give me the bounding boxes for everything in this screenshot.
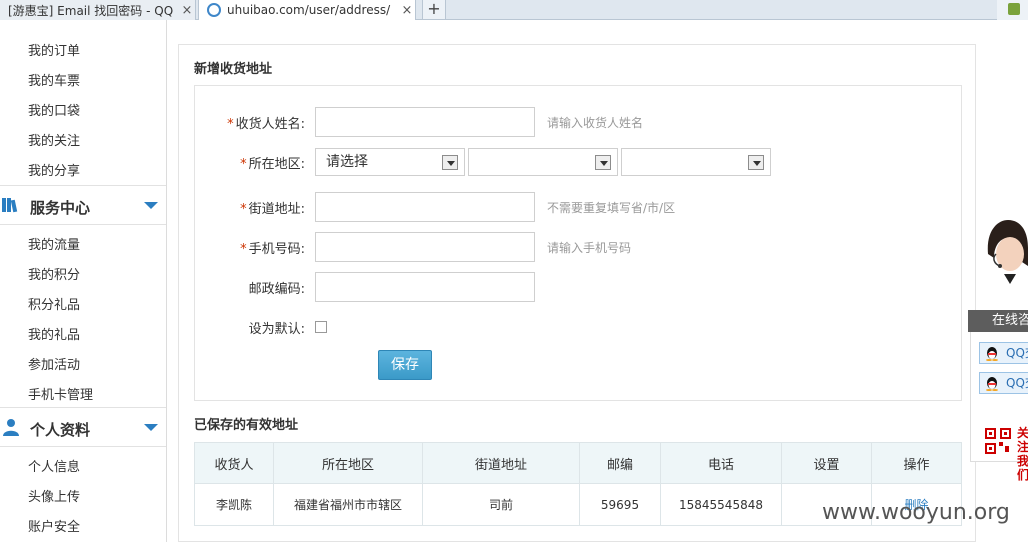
close-icon[interactable]: × [179, 3, 195, 18]
column-header: 设置 [781, 442, 872, 484]
main-panel: 新增收货地址 * 收货人姓名: 请输入收货人姓名 * 所在地区: 请选择 * 街道地址… [178, 44, 976, 542]
sidebar-item-point-gifts[interactable]: 积分礼品 [28, 294, 80, 313]
city-select[interactable] [468, 148, 618, 176]
province-select[interactable]: 请选择 [315, 148, 465, 176]
sidebar-item-pocket[interactable]: 我的口袋 [28, 100, 80, 119]
save-button[interactable]: 保存 [378, 350, 432, 380]
sidebar: 我的订单 我的车票 我的口袋 我的关注 我的分享 服务中心 我的流量 我的积分 … [0, 20, 167, 542]
phone-label: * 手机号码: [240, 242, 305, 257]
site-favicon-icon [207, 3, 221, 17]
sidebar-group-service[interactable]: 服务中心 [0, 185, 166, 225]
phone-hint: 请输入手机号码 [547, 241, 632, 255]
column-header: 所在地区 [273, 442, 423, 484]
browser-tab-address[interactable]: uhuibao.com/user/address/ × [198, 0, 416, 20]
sidebar-item-avatar-upload[interactable]: 头像上传 [28, 486, 80, 505]
cell-phone: 15845545848 [660, 483, 782, 526]
extension-icon[interactable] [1008, 3, 1020, 15]
follow-us-text: 关注我们 [1017, 426, 1028, 482]
region-label: * 所在地区: [240, 157, 305, 172]
address-form: * 收货人姓名: 请输入收货人姓名 * 所在地区: 请选择 * 街道地址: 不需要重复… [194, 85, 962, 401]
qq-penguin-icon [986, 377, 998, 391]
district-select[interactable] [621, 148, 771, 176]
watermark: www.wooyun.org [822, 500, 1010, 525]
books-icon [2, 198, 18, 213]
sidebar-item-tickets[interactable]: 我的车票 [28, 70, 80, 89]
qq-penguin-icon [986, 347, 998, 361]
column-header: 邮编 [579, 442, 661, 484]
sidebar-item-shares[interactable]: 我的分享 [28, 160, 80, 179]
column-header: 操作 [871, 442, 962, 484]
new-tab-button[interactable]: + [422, 0, 446, 20]
default-checkbox[interactable] [315, 321, 327, 333]
close-icon[interactable]: × [399, 3, 415, 18]
default-label: 设为默认: [248, 322, 305, 337]
sidebar-item-follows[interactable]: 我的关注 [28, 130, 80, 149]
service-panel: QQ交谈 QQ交谈 [970, 332, 1028, 482]
dropdown-arrow-icon [595, 155, 611, 170]
name-hint: 请输入收货人姓名 [547, 116, 644, 130]
online-consult-bar[interactable]: 在线咨询 [968, 310, 1028, 332]
cell-street: 司前 [422, 483, 580, 526]
sidebar-item-traffic[interactable]: 我的流量 [28, 234, 80, 253]
sidebar-item-orders[interactable]: 我的订单 [28, 40, 80, 59]
browser-toolbar-edge [997, 0, 1028, 20]
browser-tab-email[interactable]: [游惠宝] Email 找回密码 - QQ × [0, 0, 196, 20]
tab-title: [游惠宝] Email 找回密码 - QQ [8, 3, 174, 18]
column-header: 电话 [660, 442, 782, 484]
column-header: 街道地址 [422, 442, 580, 484]
table-header-row: 收货人 所在地区 街道地址 邮编 电话 设置 操作 [194, 442, 962, 484]
sidebar-group-title: 服务中心 [30, 199, 91, 217]
street-label: * 街道地址: [240, 202, 305, 217]
chevron-down-icon[interactable] [144, 424, 158, 431]
chevron-down-icon[interactable] [144, 202, 158, 209]
page-root: [游惠宝] Email 找回密码 - QQ × uhuibao.com/user… [0, 0, 1028, 542]
sidebar-item-points[interactable]: 我的积分 [28, 264, 80, 283]
phone-input[interactable] [315, 232, 535, 262]
user-icon [3, 419, 19, 436]
sidebar-item-my-gifts[interactable]: 我的礼品 [28, 324, 80, 343]
new-address-title: 新增收货地址 [194, 62, 273, 77]
qq-chat-button[interactable]: QQ交谈 [979, 342, 1028, 364]
qq-chat-button[interactable]: QQ交谈 [979, 372, 1028, 394]
sidebar-item-sim-card[interactable]: 手机卡管理 [28, 384, 93, 403]
sidebar-item-activities[interactable]: 参加活动 [28, 354, 80, 373]
zip-input[interactable] [315, 272, 535, 302]
street-hint: 不需要重复填写省/市/区 [547, 201, 676, 215]
service-agent-avatar [987, 220, 1028, 302]
sidebar-item-account-security[interactable]: 账户安全 [28, 516, 80, 535]
cell-name: 李凯陈 [194, 483, 274, 526]
zip-label: 邮政编码: [248, 282, 305, 297]
sidebar-group-title: 个人资料 [30, 421, 91, 439]
tab-title: uhuibao.com/user/address/ [227, 3, 391, 17]
qr-code-icon[interactable] [985, 428, 1011, 454]
sidebar-group-profile[interactable]: 个人资料 [0, 407, 166, 447]
dropdown-arrow-icon [748, 155, 764, 170]
cell-region: 福建省福州市市辖区 [273, 483, 423, 526]
browser-tab-strip: [游惠宝] Email 找回密码 - QQ × uhuibao.com/user… [0, 0, 1028, 20]
saved-address-title: 已保存的有效地址 [194, 418, 299, 433]
name-label: * 收货人姓名: [227, 117, 305, 132]
online-service-widget: 在线咨询 QQ交谈 QQ [968, 218, 1028, 482]
cell-zip: 59695 [579, 483, 661, 526]
sidebar-item-personal-info[interactable]: 个人信息 [28, 456, 80, 475]
dropdown-arrow-icon [442, 155, 458, 170]
street-input[interactable] [315, 192, 535, 222]
column-header: 收货人 [194, 442, 274, 484]
name-input[interactable] [315, 107, 535, 137]
